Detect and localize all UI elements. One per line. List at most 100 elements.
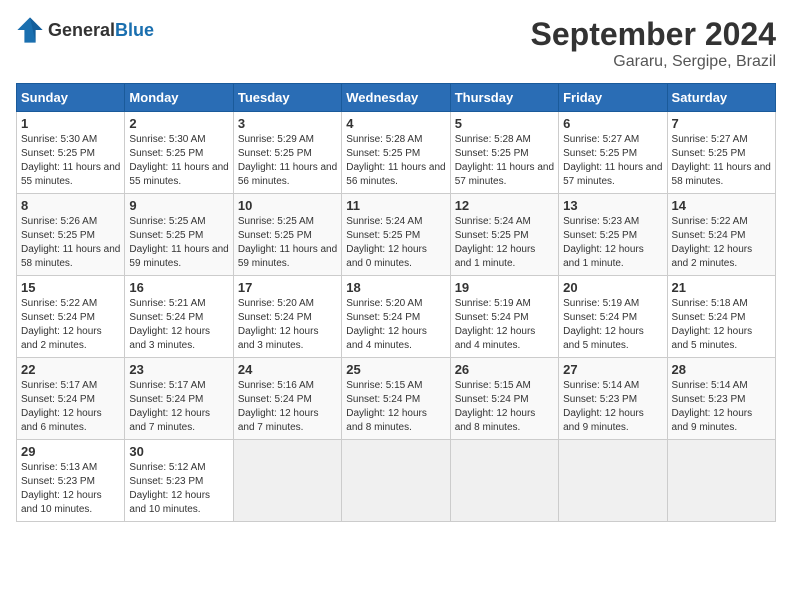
day-info: Sunrise: 5:25 AM Sunset: 5:25 PM Dayligh… (129, 215, 228, 271)
day-info: Sunrise: 5:17 AM Sunset: 5:24 PM Dayligh… (21, 379, 120, 435)
day-info: Sunrise: 5:17 AM Sunset: 5:24 PM Dayligh… (129, 379, 228, 435)
day-number: 3 (238, 116, 337, 131)
col-tuesday: Tuesday (233, 84, 341, 112)
day-info: Sunrise: 5:14 AM Sunset: 5:23 PM Dayligh… (563, 379, 662, 435)
logo-blue: Blue (115, 20, 154, 40)
logo-text: GeneralBlue (48, 20, 154, 41)
calendar-cell: 30 Sunrise: 5:12 AM Sunset: 5:23 PM Dayl… (125, 440, 233, 522)
day-number: 2 (129, 116, 228, 131)
day-number: 19 (455, 280, 554, 295)
calendar-cell: 11 Sunrise: 5:24 AM Sunset: 5:25 PM Dayl… (342, 194, 450, 276)
calendar-cell: 5 Sunrise: 5:28 AM Sunset: 5:25 PM Dayli… (450, 112, 558, 194)
day-info: Sunrise: 5:20 AM Sunset: 5:24 PM Dayligh… (346, 297, 445, 353)
calendar-cell: 13 Sunrise: 5:23 AM Sunset: 5:25 PM Dayl… (559, 194, 667, 276)
calendar-cell: 27 Sunrise: 5:14 AM Sunset: 5:23 PM Dayl… (559, 358, 667, 440)
page-header: GeneralBlue September 2024 Gararu, Sergi… (16, 16, 776, 71)
calendar-cell: 29 Sunrise: 5:13 AM Sunset: 5:23 PM Dayl… (17, 440, 125, 522)
day-info: Sunrise: 5:15 AM Sunset: 5:24 PM Dayligh… (455, 379, 554, 435)
calendar-cell: 12 Sunrise: 5:24 AM Sunset: 5:25 PM Dayl… (450, 194, 558, 276)
calendar-row: 22 Sunrise: 5:17 AM Sunset: 5:24 PM Dayl… (17, 358, 776, 440)
calendar-cell (450, 440, 558, 522)
calendar-cell: 22 Sunrise: 5:17 AM Sunset: 5:24 PM Dayl… (17, 358, 125, 440)
day-info: Sunrise: 5:19 AM Sunset: 5:24 PM Dayligh… (563, 297, 662, 353)
day-number: 16 (129, 280, 228, 295)
calendar-cell: 7 Sunrise: 5:27 AM Sunset: 5:25 PM Dayli… (667, 112, 775, 194)
calendar-row: 8 Sunrise: 5:26 AM Sunset: 5:25 PM Dayli… (17, 194, 776, 276)
day-info: Sunrise: 5:15 AM Sunset: 5:24 PM Dayligh… (346, 379, 445, 435)
day-number: 17 (238, 280, 337, 295)
header-row: Sunday Monday Tuesday Wednesday Thursday… (17, 84, 776, 112)
day-info: Sunrise: 5:16 AM Sunset: 5:24 PM Dayligh… (238, 379, 337, 435)
day-info: Sunrise: 5:26 AM Sunset: 5:25 PM Dayligh… (21, 215, 120, 271)
col-thursday: Thursday (450, 84, 558, 112)
day-number: 22 (21, 362, 120, 377)
day-info: Sunrise: 5:25 AM Sunset: 5:25 PM Dayligh… (238, 215, 337, 271)
calendar-row: 15 Sunrise: 5:22 AM Sunset: 5:24 PM Dayl… (17, 276, 776, 358)
calendar-cell: 10 Sunrise: 5:25 AM Sunset: 5:25 PM Dayl… (233, 194, 341, 276)
day-info: Sunrise: 5:27 AM Sunset: 5:25 PM Dayligh… (672, 133, 771, 189)
day-number: 5 (455, 116, 554, 131)
calendar-cell: 26 Sunrise: 5:15 AM Sunset: 5:24 PM Dayl… (450, 358, 558, 440)
calendar-cell: 14 Sunrise: 5:22 AM Sunset: 5:24 PM Dayl… (667, 194, 775, 276)
day-info: Sunrise: 5:18 AM Sunset: 5:24 PM Dayligh… (672, 297, 771, 353)
calendar-cell: 15 Sunrise: 5:22 AM Sunset: 5:24 PM Dayl… (17, 276, 125, 358)
day-info: Sunrise: 5:28 AM Sunset: 5:25 PM Dayligh… (346, 133, 445, 189)
day-info: Sunrise: 5:28 AM Sunset: 5:25 PM Dayligh… (455, 133, 554, 189)
day-info: Sunrise: 5:22 AM Sunset: 5:24 PM Dayligh… (21, 297, 120, 353)
logo-icon (16, 16, 44, 44)
col-monday: Monday (125, 84, 233, 112)
day-number: 8 (21, 198, 120, 213)
day-number: 13 (563, 198, 662, 213)
day-number: 10 (238, 198, 337, 213)
day-info: Sunrise: 5:19 AM Sunset: 5:24 PM Dayligh… (455, 297, 554, 353)
day-info: Sunrise: 5:27 AM Sunset: 5:25 PM Dayligh… (563, 133, 662, 189)
day-number: 11 (346, 198, 445, 213)
day-number: 4 (346, 116, 445, 131)
calendar-cell (233, 440, 341, 522)
calendar-row: 1 Sunrise: 5:30 AM Sunset: 5:25 PM Dayli… (17, 112, 776, 194)
col-wednesday: Wednesday (342, 84, 450, 112)
calendar-cell: 21 Sunrise: 5:18 AM Sunset: 5:24 PM Dayl… (667, 276, 775, 358)
day-number: 24 (238, 362, 337, 377)
month-year: September 2024 (531, 16, 776, 53)
day-number: 6 (563, 116, 662, 131)
calendar-cell: 24 Sunrise: 5:16 AM Sunset: 5:24 PM Dayl… (233, 358, 341, 440)
logo: GeneralBlue (16, 16, 154, 44)
logo-general: General (48, 20, 115, 40)
calendar-cell: 4 Sunrise: 5:28 AM Sunset: 5:25 PM Dayli… (342, 112, 450, 194)
calendar-cell: 2 Sunrise: 5:30 AM Sunset: 5:25 PM Dayli… (125, 112, 233, 194)
location: Gararu, Sergipe, Brazil (531, 53, 776, 71)
calendar-cell: 25 Sunrise: 5:15 AM Sunset: 5:24 PM Dayl… (342, 358, 450, 440)
col-sunday: Sunday (17, 84, 125, 112)
calendar-cell: 17 Sunrise: 5:20 AM Sunset: 5:24 PM Dayl… (233, 276, 341, 358)
title-area: September 2024 Gararu, Sergipe, Brazil (531, 16, 776, 71)
day-number: 12 (455, 198, 554, 213)
day-info: Sunrise: 5:14 AM Sunset: 5:23 PM Dayligh… (672, 379, 771, 435)
day-number: 21 (672, 280, 771, 295)
day-info: Sunrise: 5:23 AM Sunset: 5:25 PM Dayligh… (563, 215, 662, 271)
day-number: 29 (21, 444, 120, 459)
day-number: 20 (563, 280, 662, 295)
day-info: Sunrise: 5:30 AM Sunset: 5:25 PM Dayligh… (21, 133, 120, 189)
calendar-cell (342, 440, 450, 522)
day-info: Sunrise: 5:22 AM Sunset: 5:24 PM Dayligh… (672, 215, 771, 271)
calendar-table: Sunday Monday Tuesday Wednesday Thursday… (16, 83, 776, 522)
calendar-cell: 18 Sunrise: 5:20 AM Sunset: 5:24 PM Dayl… (342, 276, 450, 358)
calendar-cell (559, 440, 667, 522)
calendar-cell: 20 Sunrise: 5:19 AM Sunset: 5:24 PM Dayl… (559, 276, 667, 358)
day-number: 18 (346, 280, 445, 295)
day-number: 1 (21, 116, 120, 131)
calendar-cell: 6 Sunrise: 5:27 AM Sunset: 5:25 PM Dayli… (559, 112, 667, 194)
day-number: 26 (455, 362, 554, 377)
col-friday: Friday (559, 84, 667, 112)
day-info: Sunrise: 5:13 AM Sunset: 5:23 PM Dayligh… (21, 461, 120, 517)
day-number: 30 (129, 444, 228, 459)
day-number: 23 (129, 362, 228, 377)
day-info: Sunrise: 5:30 AM Sunset: 5:25 PM Dayligh… (129, 133, 228, 189)
calendar-cell (667, 440, 775, 522)
calendar-cell: 16 Sunrise: 5:21 AM Sunset: 5:24 PM Dayl… (125, 276, 233, 358)
col-saturday: Saturday (667, 84, 775, 112)
day-number: 27 (563, 362, 662, 377)
day-number: 14 (672, 198, 771, 213)
day-number: 9 (129, 198, 228, 213)
